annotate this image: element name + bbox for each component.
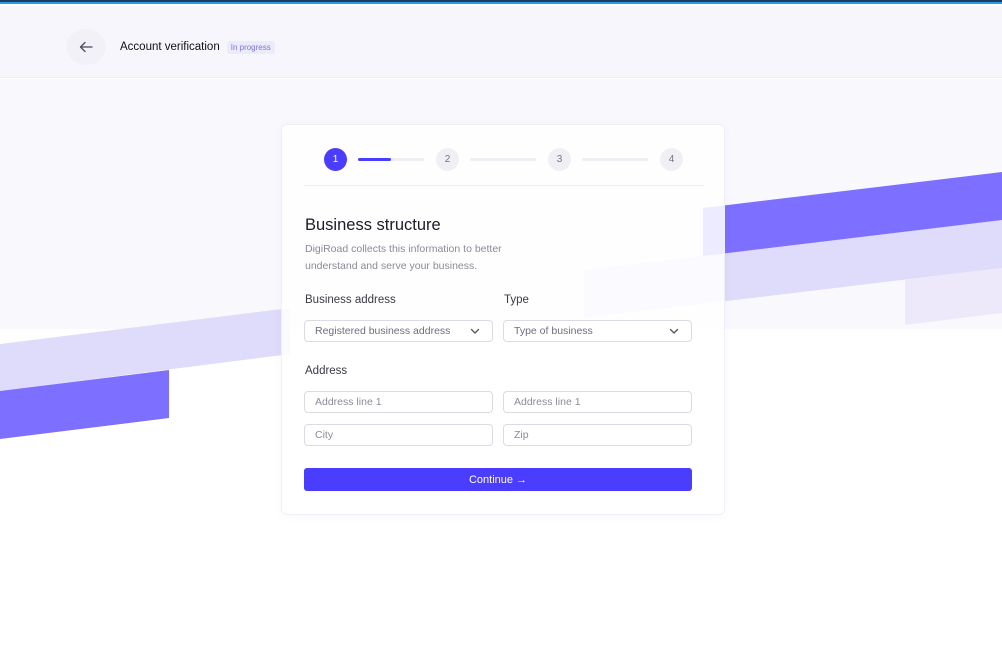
arrow-left-icon [79,41,93,53]
chevron-down-icon [669,328,679,334]
zip-field[interactable] [503,424,692,446]
business-type-select[interactable]: Type of business [503,320,692,342]
app-window: Account verification In progress 1 2 3 4… [0,0,1002,655]
back-button[interactable] [66,29,106,65]
step-2[interactable]: 2 [436,148,459,171]
address-line-2-field[interactable] [503,391,692,413]
continue-button[interactable]: Continue → [304,468,692,491]
status-badge: In progress [226,40,275,54]
page-header: Account verification In progress [66,28,275,66]
address-line-1-field[interactable] [304,391,493,413]
chevron-down-icon [470,328,480,334]
city-input[interactable] [315,429,492,441]
address-label: Address [305,365,348,377]
address-line-2-input[interactable] [514,396,691,408]
type-label: Type [504,294,529,306]
step-track-2 [470,158,536,161]
step-track-fill [358,158,391,161]
step-1[interactable]: 1 [324,148,347,171]
verification-card: 1 2 3 4 Business structure DigiRoad coll… [281,124,725,515]
page-title: Account verification [120,41,220,53]
city-field[interactable] [304,424,493,446]
business-type-value: Type of business [514,325,593,337]
address-line-1-input[interactable] [315,396,492,408]
zip-input[interactable] [514,429,691,441]
form-description: DigiRoad collects this information to be… [305,243,502,272]
step-track-1 [358,158,424,161]
business-address-value: Registered business address [315,325,451,337]
progress-stepper: 1 2 3 4 [324,148,684,172]
step-track-3 [582,158,648,161]
card-divider [304,185,704,186]
business-address-select[interactable]: Registered business address [304,320,493,342]
step-4[interactable]: 4 [660,148,683,171]
business-address-label: Business address [305,294,396,306]
step-3[interactable]: 3 [548,148,571,171]
form-title: Business structure [305,216,441,234]
